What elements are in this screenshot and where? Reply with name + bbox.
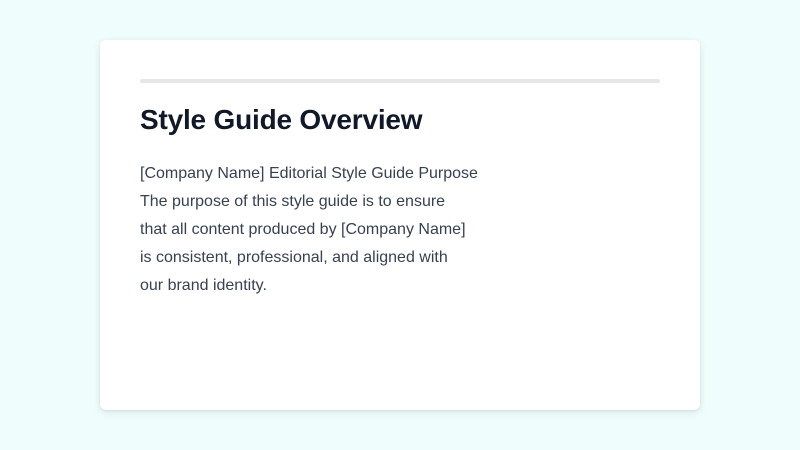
body-line: The purpose of this style guide is to en… [140,193,446,210]
page-title: Style Guide Overview [140,104,423,135]
top-divider [140,79,660,83]
body-line: that all content produced by [Company Na… [140,221,466,238]
body-line: our brand identity. [140,277,267,294]
document-body: [Company Name] Editorial Style Guide Pur… [140,160,500,300]
document-card: Style Guide Overview [Company Name] Edit… [100,40,700,410]
body-line: is consistent, professional, and aligned… [140,249,448,266]
body-line: [Company Name] Editorial Style Guide Pur… [140,165,478,182]
